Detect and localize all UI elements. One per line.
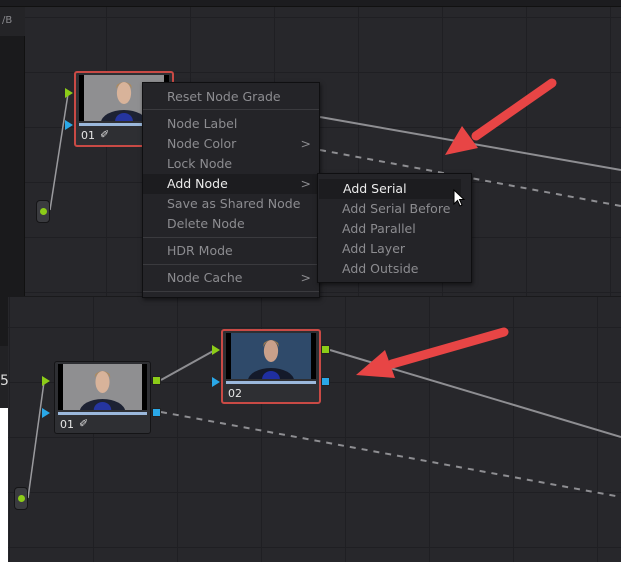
chevron-right-icon: >: [300, 136, 311, 151]
connection-line: [49, 93, 69, 211]
menu-item-label: Add Layer: [342, 241, 406, 256]
menu-item-label: Save as Shared Node: [167, 196, 301, 211]
menu-item-label: Add Serial Before: [342, 201, 451, 216]
node-thumbnail: [226, 333, 316, 379]
node-thumbnail: [58, 364, 147, 410]
menu-item-label: Node Label: [167, 116, 238, 131]
rgb-input-port[interactable]: [65, 88, 73, 98]
connection-line-dashed: [160, 411, 621, 498]
mouse-pointer-icon: [453, 189, 466, 207]
menu-item-label: Lock Node: [167, 156, 233, 171]
connection-line: [319, 116, 621, 171]
chevron-right-icon: >: [300, 176, 311, 191]
source-node[interactable]: [14, 487, 28, 510]
menu-item-label: Add Serial: [343, 181, 407, 196]
menu-item-delete-node[interactable]: Delete Node: [143, 214, 319, 234]
alpha-input-port[interactable]: [65, 120, 73, 130]
menu-item-label: Reset Node Grade: [167, 89, 281, 104]
eyedropper-icon: ✐: [100, 128, 110, 141]
menu-item-label: Add Node: [167, 176, 228, 191]
node-label: 01: [81, 129, 95, 142]
menu-separator: [143, 109, 319, 110]
menu-item-label: Add Parallel: [342, 221, 416, 236]
connection-line: [27, 381, 45, 499]
alpha-input-port[interactable]: [212, 377, 220, 387]
menu-item-add-outside[interactable]: Add Outside: [318, 259, 471, 279]
menu-item-node-cache[interactable]: Node Cache >: [143, 268, 319, 288]
menu-item-lock-node[interactable]: Lock Node: [143, 154, 319, 174]
menu-item-save-as-shared-node[interactable]: Save as Shared Node: [143, 194, 319, 214]
node-progress-bar: [226, 381, 316, 384]
menu-item-label: Delete Node: [167, 216, 245, 231]
eyedropper-icon: ✐: [79, 417, 89, 430]
alpha-output-port[interactable]: [321, 377, 330, 386]
chevron-right-icon: >: [300, 270, 311, 285]
node-label: 02: [228, 387, 242, 400]
menu-separator: [143, 291, 319, 292]
node-01-bottom[interactable]: 01 ✐: [54, 361, 151, 434]
connection-line: [160, 349, 216, 381]
alpha-output-port[interactable]: [152, 408, 161, 417]
menu-separator: [143, 237, 319, 238]
menu-item-label: Node Cache: [167, 270, 243, 285]
menu-item-add-parallel[interactable]: Add Parallel: [318, 219, 471, 239]
menu-item-label: Add Outside: [342, 261, 419, 276]
rgb-output-port[interactable]: [321, 345, 330, 354]
rgb-output-port[interactable]: [152, 376, 161, 385]
context-menu: Reset Node Grade Node Label Node Color > …: [142, 82, 320, 298]
source-node[interactable]: [36, 200, 50, 223]
menu-item-add-serial-before[interactable]: Add Serial Before: [318, 199, 471, 219]
menu-item-node-label[interactable]: Node Label: [143, 114, 319, 134]
menu-item-node-color[interactable]: Node Color >: [143, 134, 319, 154]
menu-item-add-node[interactable]: Add Node >: [143, 174, 319, 194]
menu-item-add-serial[interactable]: Add Serial: [319, 179, 461, 199]
menu-item-label: Node Color: [167, 136, 237, 151]
menu-item-label: HDR Mode: [167, 243, 233, 258]
menu-item-hdr-mode[interactable]: HDR Mode: [143, 241, 319, 261]
add-node-submenu: Add Serial Add Serial Before Add Paralle…: [317, 173, 472, 283]
node-label: 01: [60, 418, 74, 431]
rgb-input-port[interactable]: [212, 345, 220, 355]
menu-item-reset-node-grade[interactable]: Reset Node Grade: [143, 87, 319, 107]
menu-separator: [143, 264, 319, 265]
rgb-input-port[interactable]: [42, 376, 50, 386]
connection-line: [329, 349, 621, 438]
alpha-input-port[interactable]: [42, 408, 50, 418]
node-progress-bar: [58, 412, 147, 415]
node-02-bottom[interactable]: 02: [221, 329, 321, 404]
menu-item-add-layer[interactable]: Add Layer: [318, 239, 471, 259]
